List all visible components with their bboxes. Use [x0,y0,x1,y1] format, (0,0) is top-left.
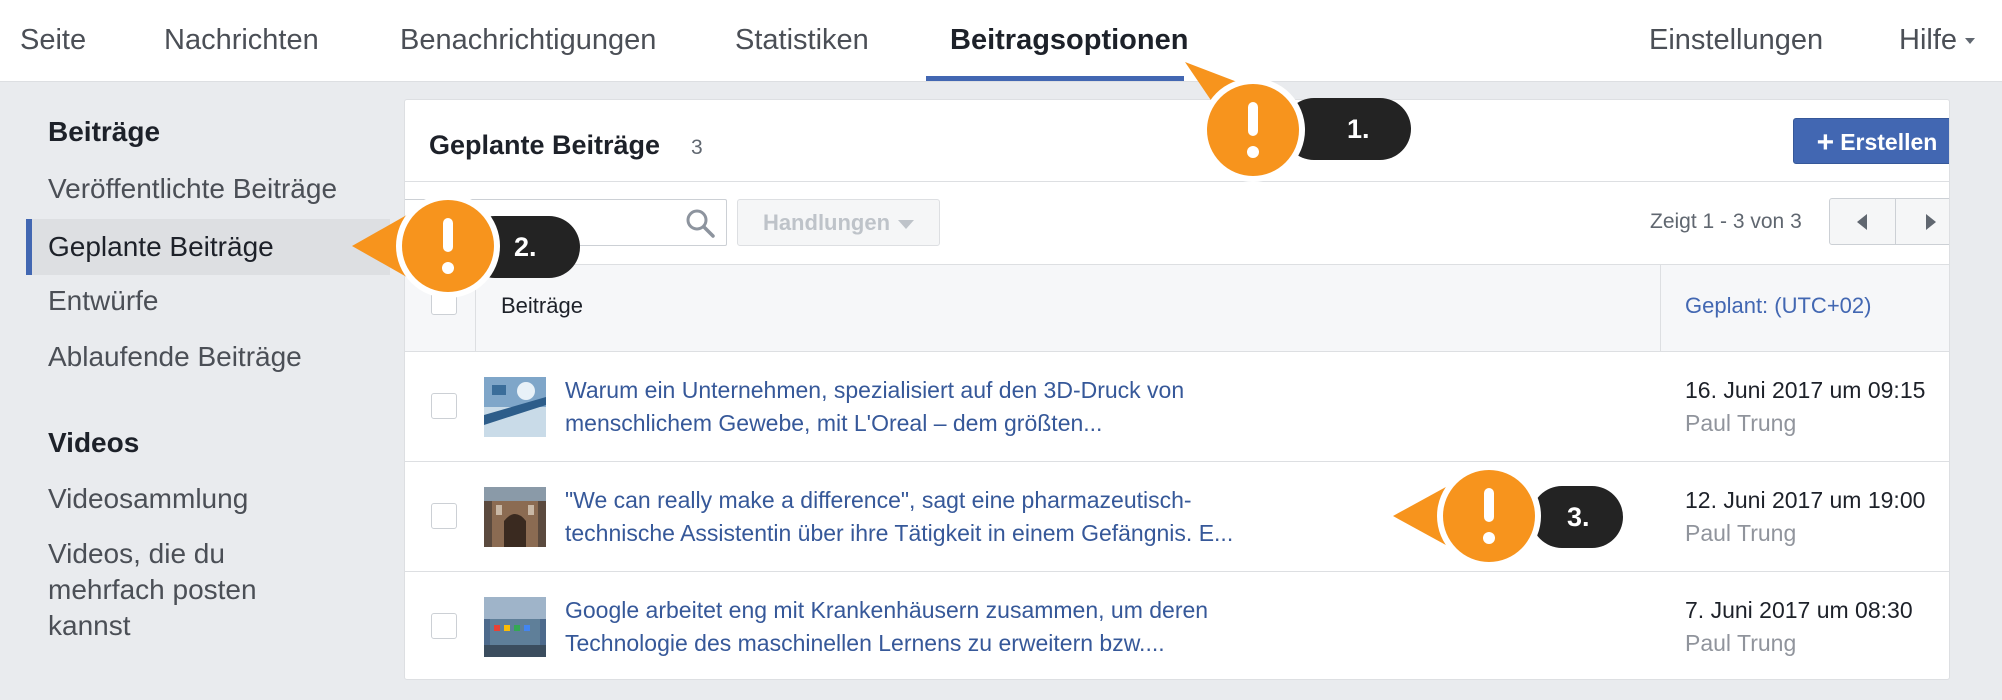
post-thumbnail[interactable] [484,487,546,547]
sidebar: Beiträge Veröffentlichte Beiträge Geplan… [0,82,402,700]
search-icon[interactable] [684,207,716,239]
post-title-line2: menschlichem Gewebe, mit L'Oreal – dem g… [565,410,1103,436]
exclamation-icon [1185,62,1305,182]
post-title-line1: Warum ein Unternehmen, spezialisiert auf… [565,377,1185,403]
nav-tab-benachrichtigungen[interactable]: Benachrichtigungen [400,0,656,82]
table-row[interactable]: Warum ein Unternehmen, spezialisiert auf… [405,352,1949,462]
callout-1: 1. [1183,58,1413,188]
table-row[interactable]: Google arbeitet eng mit Krankenhäusern z… [405,572,1949,679]
caret-down-icon [1965,38,1976,45]
post-thumbnail[interactable] [484,597,546,657]
post-author: Paul Trung [1685,410,1797,436]
sidebar-item-expiring[interactable]: Ablaufende Beiträge [26,339,390,375]
chevron-right-icon [1926,214,1936,230]
callout-3: 3. [1393,462,1623,572]
nav-tab-beitragsoptionen[interactable]: Beitragsoptionen [950,0,1188,82]
post-thumbnail-image [484,377,546,437]
scheduled-posts-panel: Geplante Beiträge 3 +Erstellen Handlunge… [404,99,1950,680]
scheduled-date: 7. Juni 2017 um 08:30 [1685,597,1913,623]
sidebar-item-crosspost-line1: Videos, die du [48,538,225,569]
exclamation-icon [1393,464,1541,568]
row-checkbox[interactable] [431,613,457,639]
nav-tab-seite[interactable]: Seite [20,0,86,82]
nav-help-label: Hilfe [1899,24,1958,56]
row-checkbox[interactable] [431,503,457,529]
sidebar-item-published[interactable]: Veröffentlichte Beiträge [26,171,390,207]
create-button-label: Erstellen [1840,129,1938,155]
pagination [1829,198,1949,245]
sidebar-heading-videos: Videos [48,427,140,458]
post-count: 3 [691,136,703,159]
post-thumbnail-image [484,487,546,547]
create-button[interactable]: + Erstellen [1793,118,1949,164]
nav-settings[interactable]: Einstellungen [1649,0,1823,82]
sidebar-item-scheduled[interactable]: Geplante Beiträge [26,219,390,275]
caret-down-icon [898,219,915,229]
post-title-link[interactable]: Warum ein Unternehmen, spezialisiert auf… [565,374,1325,440]
post-title-line1: Google arbeitet eng mit Krankenhäusern z… [565,597,1209,623]
post-title-link[interactable]: "We can really make a difference", sagt … [565,484,1325,550]
post-thumbnail-image [484,597,546,657]
top-navigation: Seite Nachrichten Benachrichtigungen Sta… [0,0,2002,82]
sort-caret-icon[interactable] [1949,303,1950,311]
post-title-line2: Technologie des maschinellen Lernens zu … [565,630,1165,656]
next-page-button[interactable] [1897,199,1949,244]
sidebar-item-drafts[interactable]: Entwürfe [26,283,390,319]
nav-help[interactable]: Hilfe [1899,0,1976,82]
sidebar-item-crosspost-line2: mehrfach posten [48,574,257,605]
active-tab-indicator [926,76,1184,81]
post-title-line1: "We can really make a difference", sagt … [565,487,1192,513]
sidebar-item-crosspost-line3: kannst [48,610,131,641]
table-row[interactable]: "We can really make a difference", sagt … [405,462,1949,572]
panel-title: Geplante Beiträge [429,130,661,160]
sidebar-item-video-library[interactable]: Videosammlung [26,481,390,517]
post-author: Paul Trung [1685,520,1797,546]
post-thumbnail[interactable] [484,377,546,437]
post-title-line2: technische Assistentin über ihre Tätigke… [565,520,1234,546]
plus-icon: + [1816,126,1835,159]
nav-tab-statistiken[interactable]: Statistiken [735,0,869,82]
prev-page-button[interactable] [1830,199,1896,244]
nav-tab-nachrichten[interactable]: Nachrichten [164,0,319,82]
actions-dropdown-label: Handlungen [762,210,891,235]
sidebar-item-crosspost-videos[interactable]: Videos, die du mehrfach posten kannst [26,536,390,644]
table-header: Beiträge Geplant: (UTC+02) [405,264,1949,352]
chevron-left-icon [1857,214,1867,230]
post-title-link[interactable]: Google arbeitet eng mit Krankenhäusern z… [565,594,1325,660]
post-author: Paul Trung [1685,630,1797,656]
row-checkbox[interactable] [431,393,457,419]
pagination-range: Zeigt 1 - 3 von 3 [1650,210,1802,233]
scheduled-date: 12. Juni 2017 um 19:00 [1685,487,1926,513]
callout-2: 2. [352,190,582,300]
scheduled-date: 16. Juni 2017 um 09:15 [1685,377,1926,403]
column-divider [1660,265,1661,352]
actions-dropdown[interactable]: Handlungen [737,199,940,246]
exclamation-icon [352,194,500,298]
column-header-scheduled[interactable]: Geplant: (UTC+02) [1685,293,1871,319]
sidebar-heading-posts: Beiträge [48,116,161,147]
divider [405,181,1949,182]
